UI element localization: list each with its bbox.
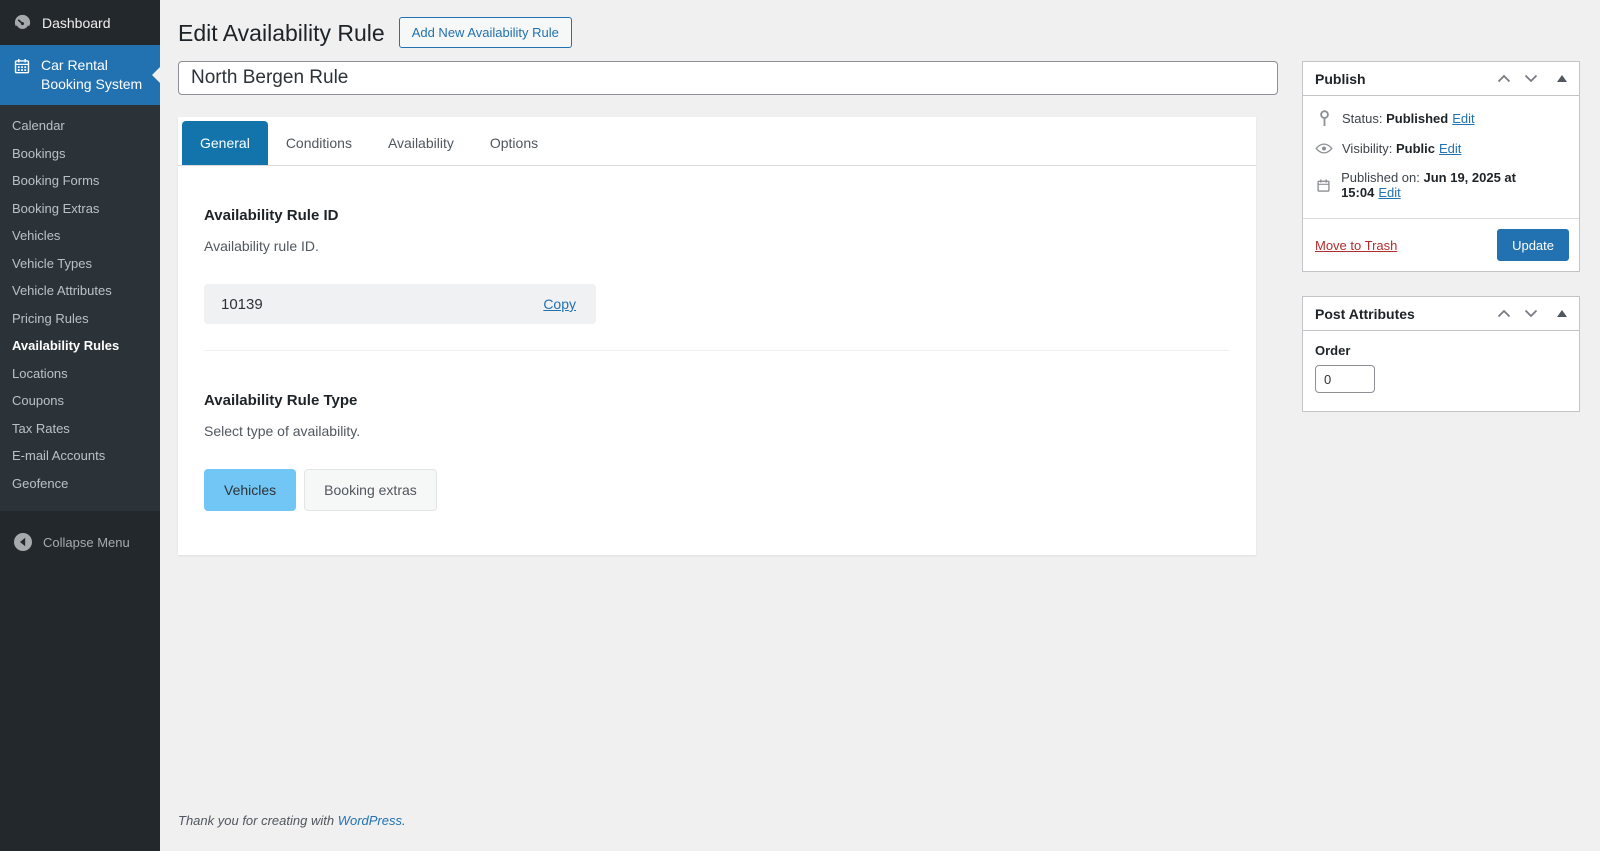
tab-availability[interactable]: Availability (370, 121, 472, 165)
sidebar-item-vehicles[interactable]: Vehicles (0, 222, 160, 250)
update-button[interactable]: Update (1497, 229, 1569, 261)
published-on-row: Published on: Jun 19, 2025 at 15:04 Edit (1315, 170, 1567, 200)
sidebar-item-dashboard[interactable]: Dashboard (0, 0, 160, 45)
wordpress-link[interactable]: WordPress (338, 813, 402, 828)
calendar-icon (13, 57, 31, 75)
rule-type-options: Vehicles Booking extras (204, 469, 1229, 511)
edit-visibility-link[interactable]: Edit (1439, 141, 1461, 156)
sidebar-item-tax-rates[interactable]: Tax Rates (0, 415, 160, 443)
rule-tabs: General Conditions Availability Options (178, 117, 1256, 166)
toggle-panel-icon[interactable] (1557, 310, 1567, 317)
sidebar-item-coupons[interactable]: Coupons (0, 387, 160, 415)
edit-published-on-link[interactable]: Edit (1378, 185, 1400, 200)
rule-id-description: Availability rule ID. (204, 238, 319, 254)
rule-id-heading: Availability Rule ID (204, 207, 339, 224)
type-option-booking-extras[interactable]: Booking extras (304, 469, 437, 511)
sidebar-item-vehicle-attributes[interactable]: Vehicle Attributes (0, 277, 160, 305)
rule-type-heading: Availability Rule Type (204, 392, 358, 409)
collapse-arrow-icon (13, 532, 33, 552)
sidebar-item-car-rental-booking-system[interactable]: Car Rental Booking System (0, 45, 160, 105)
post-attributes-panel: Post Attributes Order (1302, 296, 1580, 412)
rule-id-box: 10139 Copy (204, 284, 596, 324)
rule-id-value: 10139 (221, 295, 263, 313)
sidebar-item-bookings[interactable]: Bookings (0, 140, 160, 168)
sidebar-item-booking-forms[interactable]: Booking Forms (0, 167, 160, 195)
page-title: Edit Availability Rule (178, 19, 385, 46)
status-row: Status: Published Edit (1315, 110, 1567, 127)
tab-general[interactable]: General (182, 121, 268, 165)
collapse-menu-button[interactable]: Collapse Menu (0, 520, 160, 564)
tab-conditions[interactable]: Conditions (268, 121, 370, 165)
order-label: Order (1315, 343, 1351, 358)
rule-editor-card: General Conditions Availability Options … (178, 117, 1256, 555)
dashboard-gauge-icon (13, 13, 32, 32)
publish-panel-title: Publish (1315, 70, 1366, 87)
sidebar-item-booking-extras[interactable]: Booking Extras (0, 195, 160, 223)
move-down-icon[interactable] (1524, 309, 1538, 318)
main-content: Edit Availability Rule Add New Availabil… (160, 0, 1600, 851)
rule-type-description: Select type of availability. (204, 423, 361, 439)
move-up-icon[interactable] (1497, 309, 1511, 318)
copy-id-link[interactable]: Copy (543, 296, 576, 312)
collapse-menu-label: Collapse Menu (43, 534, 130, 550)
sidebar-item-geofence[interactable]: Geofence (0, 470, 160, 498)
calendar-small-icon (1315, 178, 1332, 193)
visibility-row: Visibility: Public Edit (1315, 141, 1567, 156)
post-attributes-title: Post Attributes (1315, 305, 1415, 322)
visibility-text: Visibility: Public Edit (1342, 141, 1462, 156)
type-option-vehicles[interactable]: Vehicles (204, 469, 297, 511)
plugin-submenu: Calendar Bookings Booking Forms Booking … (0, 105, 160, 511)
sidebar-dashboard-label: Dashboard (42, 14, 111, 31)
order-input[interactable] (1315, 365, 1375, 393)
sidebar-item-availability-rules[interactable]: Availability Rules (0, 332, 160, 360)
pushpin-icon (1315, 110, 1333, 127)
admin-sidebar: Dashboard Car Rental Booking System Cale… (0, 0, 160, 851)
footer-credit: Thank you for creating with WordPress. (178, 813, 406, 828)
sidebar-item-locations[interactable]: Locations (0, 360, 160, 388)
toggle-panel-icon[interactable] (1557, 75, 1567, 82)
tab-options[interactable]: Options (472, 121, 556, 165)
sidebar-item-calendar[interactable]: Calendar (0, 112, 160, 140)
add-new-availability-rule-button[interactable]: Add New Availability Rule (398, 17, 572, 48)
publish-panel: Publish Status: Published Edit Visibilit… (1302, 61, 1580, 272)
move-down-icon[interactable] (1524, 74, 1538, 83)
edit-status-link[interactable]: Edit (1452, 111, 1474, 126)
sidebar-item-email-accounts[interactable]: E-mail Accounts (0, 442, 160, 470)
published-on-text: Published on: Jun 19, 2025 at 15:04 Edit (1341, 170, 1516, 200)
status-text: Status: Published Edit (1342, 111, 1475, 126)
rule-title-input[interactable] (178, 61, 1278, 95)
section-divider (204, 350, 1229, 351)
move-to-trash-link[interactable]: Move to Trash (1315, 238, 1397, 253)
eye-icon (1315, 142, 1333, 155)
move-up-icon[interactable] (1497, 74, 1511, 83)
sidebar-plugin-label: Car Rental Booking System (41, 57, 143, 92)
sidebar-item-pricing-rules[interactable]: Pricing Rules (0, 305, 160, 333)
sidebar-item-vehicle-types[interactable]: Vehicle Types (0, 250, 160, 278)
